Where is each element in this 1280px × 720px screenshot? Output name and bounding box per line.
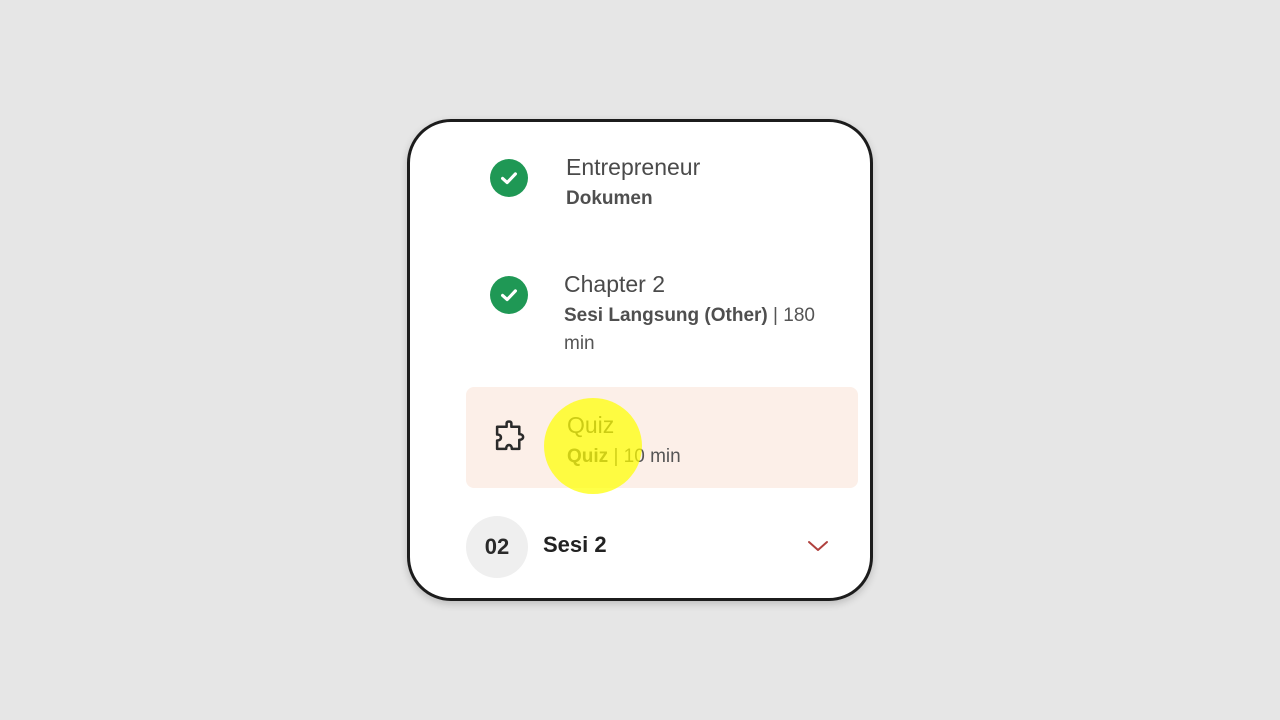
lesson-type: Dokumen (566, 188, 653, 209)
check-circle-icon (490, 159, 528, 197)
puzzle-icon (490, 418, 528, 456)
lesson-meta: Sesi Langsung (Other) | 180 min (564, 302, 838, 358)
check-circle-icon (490, 276, 528, 314)
lesson-title: Entrepreneur (566, 154, 701, 180)
course-outline-card: Entrepreneur Dokumen Chapter 2 Sesi Lang… (407, 119, 873, 601)
meta-separator: | (767, 305, 784, 326)
lesson-text: Entrepreneur Dokumen (566, 152, 838, 213)
lesson-item[interactable]: Entrepreneur Dokumen (466, 152, 858, 222)
lesson-type: Quiz (567, 446, 609, 467)
meta-separator: | (608, 446, 624, 467)
lesson-meta: Dokumen (566, 185, 838, 213)
lesson-text: Chapter 2 Sesi Langsung (Other) | 180 mi… (564, 269, 838, 358)
lesson-text: Quiz Quiz | 10 min (567, 410, 838, 471)
lesson-item-active[interactable]: Quiz Quiz | 10 min (466, 387, 858, 488)
lesson-duration: 10 min (623, 446, 681, 467)
session-header[interactable]: 02 Sesi 2 (466, 516, 858, 578)
session-label: Sesi 2 (543, 532, 607, 557)
lesson-type: Sesi Langsung (Other) (564, 305, 768, 326)
session-number-badge: 02 (466, 516, 528, 578)
chevron-down-icon[interactable] (804, 534, 832, 558)
lesson-meta: Quiz | 10 min (567, 443, 838, 471)
lesson-title: Quiz (567, 412, 615, 438)
lesson-item[interactable]: Chapter 2 Sesi Langsung (Other) | 180 mi… (466, 269, 858, 359)
lesson-title: Chapter 2 (564, 271, 666, 297)
